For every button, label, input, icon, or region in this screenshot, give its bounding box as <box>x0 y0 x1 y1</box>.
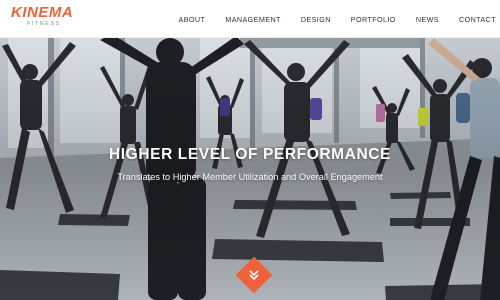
hero-subtitle: Translates to Higher Member Utilization … <box>117 172 383 182</box>
nav-contact[interactable]: CONTACT <box>459 15 496 24</box>
nav-news[interactable]: NEWS <box>416 15 439 24</box>
main-nav: ABOUT MANAGEMENT DESIGN PORTFOLIO NEWS C… <box>159 0 496 38</box>
site-header: KINEMA FITNESS ABOUT MANAGEMENT DESIGN P… <box>0 0 500 38</box>
logo-wordmark: KINEMA <box>11 4 74 21</box>
scroll-down-button[interactable] <box>235 256 273 294</box>
logo-tagline: FITNESS <box>27 21 61 27</box>
hero-title: HIGHER LEVEL OF PERFORMANCE <box>108 146 392 163</box>
nav-portfolio[interactable]: PORTFOLIO <box>351 15 396 24</box>
nav-about[interactable]: ABOUT <box>179 15 206 24</box>
kinema-logo[interactable]: KINEMA FITNESS <box>11 5 91 33</box>
hero-section: HIGHER LEVEL OF PERFORMANCE Translates t… <box>0 38 500 300</box>
chevron-down-icon <box>249 270 259 281</box>
nav-design[interactable]: DESIGN <box>301 15 331 24</box>
nav-management[interactable]: MANAGEMENT <box>225 15 281 24</box>
